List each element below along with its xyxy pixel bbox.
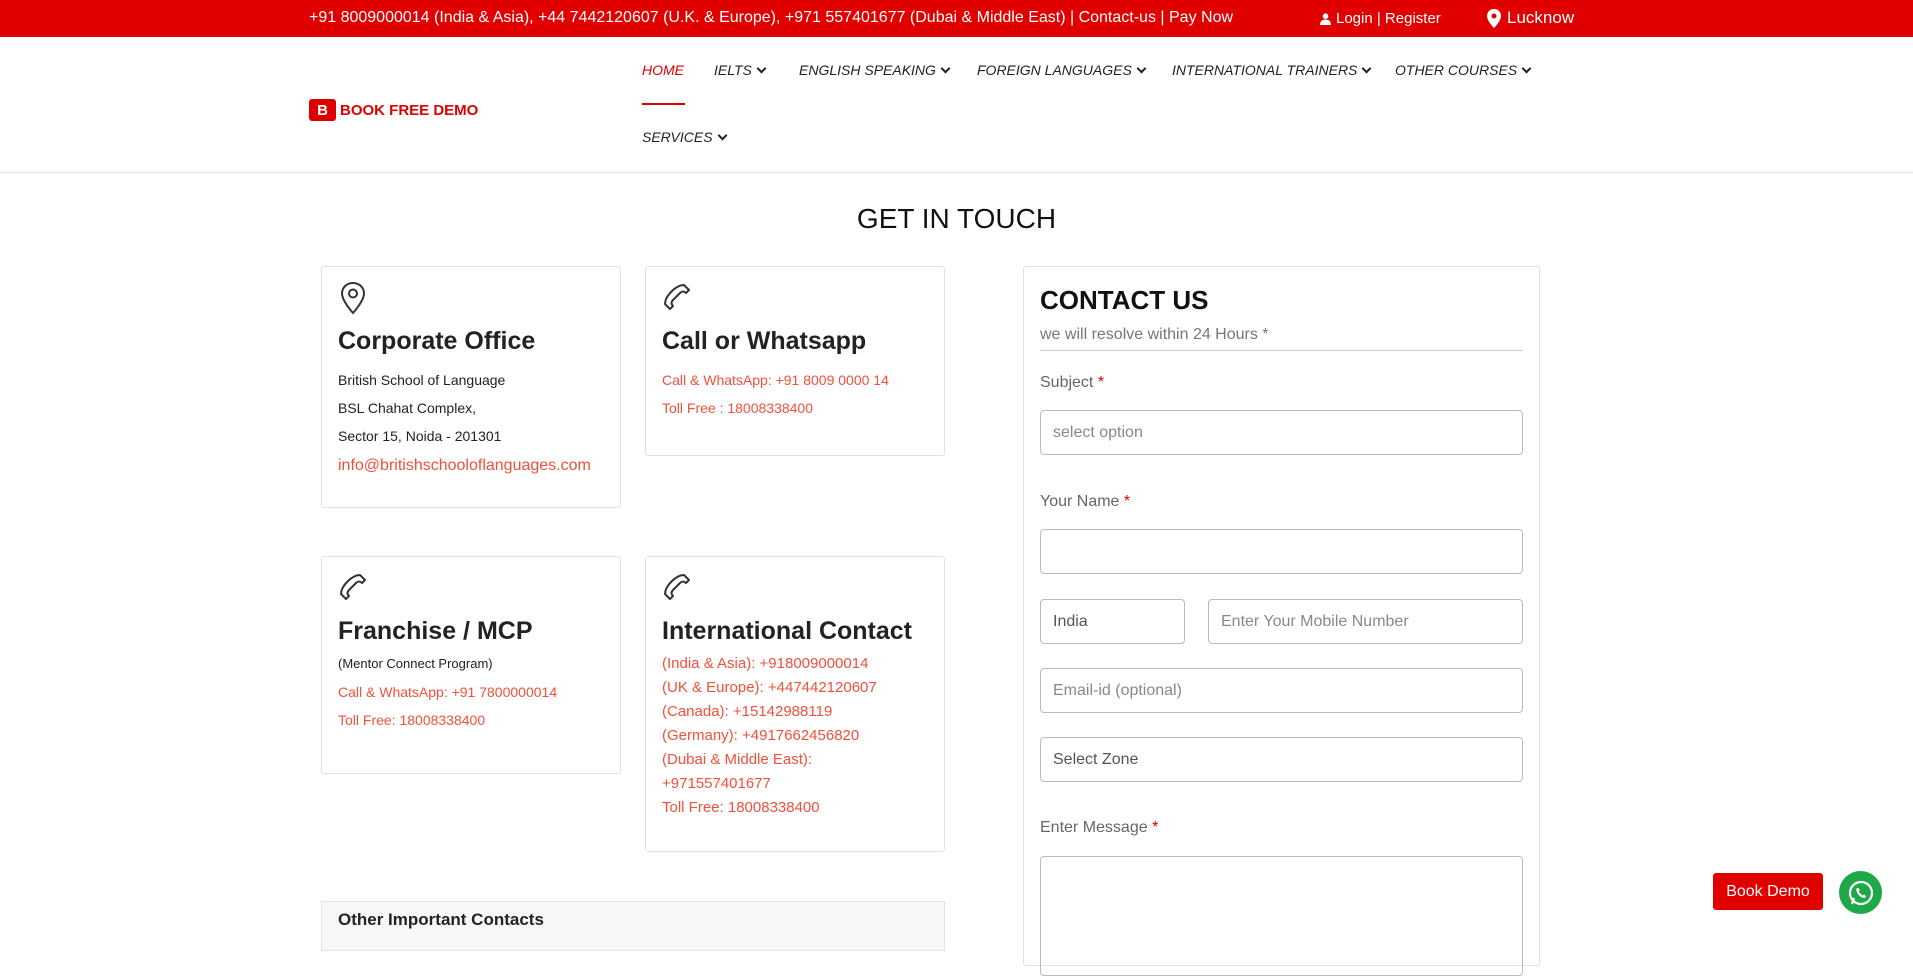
site-header: B BOOK FREE DEMO HOME IELTS ENGLISH SPEA…: [0, 37, 1913, 173]
login-register-link[interactable]: Login | Register: [1320, 10, 1441, 27]
location-pin-icon: [1487, 8, 1501, 28]
city-label: Lucknow: [1507, 8, 1575, 27]
international-contact-title: International Contact: [662, 617, 913, 645]
franchise-toll-free[interactable]: Toll Free: 18008338400: [338, 706, 604, 734]
nav-international-trainers[interactable]: INTERNATIONAL TRAINERS: [1172, 62, 1372, 78]
nav-foreign-languages[interactable]: FOREIGN LANGUAGES: [977, 62, 1147, 78]
nav-trainers-label: INTERNATIONAL TRAINERS: [1172, 62, 1358, 78]
nav-other-label: OTHER COURSES: [1395, 62, 1518, 78]
franchise-subtitle: (Mentor Connect Program): [338, 656, 493, 671]
contact-us-title: CONTACT US: [1040, 285, 1209, 315]
mobile-input[interactable]: Enter Your Mobile Number: [1208, 599, 1523, 644]
message-textarea[interactable]: [1040, 856, 1523, 976]
required-mark: *: [1152, 819, 1159, 836]
subject-select-value: select option: [1053, 423, 1143, 441]
phone-icon: [340, 574, 366, 600]
nav-home-label: HOME: [642, 62, 684, 78]
subject-label-text: Subject: [1040, 374, 1094, 391]
intl-germany[interactable]: (Germany): +4917662456820: [662, 724, 928, 748]
call-whatsapp-number[interactable]: Call & WhatsApp: +91 8009 0000 14: [662, 366, 928, 394]
intl-dubai-label: (Dubai & Middle East):: [662, 751, 813, 768]
nav-english-label: ENGLISH SPEAKING: [799, 62, 936, 78]
franchise-whatsapp-number[interactable]: Call & WhatsApp: +91 7800000014: [338, 678, 604, 706]
city-selector[interactable]: Lucknow: [1487, 8, 1574, 28]
logo-text: BOOK FREE DEMO: [340, 101, 479, 119]
required-mark: *: [1123, 493, 1131, 510]
message-label-text: Enter Message: [1040, 819, 1148, 836]
name-input[interactable]: [1040, 529, 1523, 574]
name-label: Your Name *: [1040, 493, 1130, 511]
chevron-down-icon: [756, 63, 767, 73]
chevron-down-icon: [1521, 63, 1532, 73]
login-register-label: Login | Register: [1336, 10, 1441, 27]
international-contact-card: International Contact (India & Asia): +9…: [645, 556, 945, 852]
phone-icon: [664, 284, 690, 310]
subject-select[interactable]: select option: [1040, 410, 1523, 455]
chevron-down-icon: [717, 130, 727, 140]
nav-english-speaking[interactable]: ENGLISH SPEAKING: [799, 62, 951, 78]
country-select-value: India: [1053, 612, 1088, 630]
corporate-address-line-2: BSL Chahat Complex,: [338, 400, 476, 416]
franchise-title: Franchise / MCP: [338, 617, 533, 645]
mobile-input-placeholder: Enter Your Mobile Number: [1221, 612, 1409, 630]
nav-services-label: SERVICES: [642, 129, 713, 145]
map-pin-icon: [340, 281, 366, 315]
intl-toll-free[interactable]: Toll Free: 18008338400: [662, 796, 928, 820]
nav-ielts-label: IELTS: [714, 62, 752, 78]
email-field[interactable]: Email-id (optional): [1040, 668, 1523, 713]
call-whatsapp-card: Call or Whatsapp Call & WhatsApp: +91 80…: [645, 266, 945, 456]
intl-canada[interactable]: (Canada): +15142988119: [662, 700, 928, 724]
franchise-card: Franchise / MCP (Mentor Connect Program)…: [321, 556, 621, 774]
logo-mark: B: [309, 99, 336, 121]
nav-ielts[interactable]: IELTS: [714, 62, 767, 78]
other-important-contacts: Other Important Contacts: [321, 901, 945, 951]
call-toll-free[interactable]: Toll Free : 18008338400: [662, 394, 928, 422]
nav-services[interactable]: SERVICES: [642, 129, 727, 145]
nav-active-indicator: [642, 103, 685, 105]
chevron-down-icon: [1361, 63, 1372, 73]
chevron-down-icon: [1136, 63, 1147, 73]
nav-other-courses[interactable]: OTHER COURSES: [1395, 62, 1532, 78]
intl-uk-europe[interactable]: (UK & Europe): +447442120607: [662, 676, 928, 700]
intl-india-asia[interactable]: (India & Asia): +918009000014: [662, 652, 928, 676]
contact-form-panel: CONTACT US we will resolve within 24 Hou…: [1023, 266, 1540, 976]
corporate-address-line-1: British School of Language: [338, 372, 506, 388]
corporate-email-link[interactable]: info@britishschooloflanguages.com: [338, 452, 604, 480]
corporate-address-line-3: Sector 15, Noida - 201301: [338, 428, 502, 444]
corporate-office-card: Corporate Office British School of Langu…: [321, 266, 621, 508]
phone-icon: [664, 574, 690, 600]
call-whatsapp-title: Call or Whatsapp: [662, 327, 867, 355]
email-field-placeholder: Email-id (optional): [1053, 681, 1182, 699]
subject-label: Subject *: [1040, 374, 1104, 392]
top-bar: +91 8009000014 (India & Asia), +44 74421…: [0, 0, 1913, 37]
intl-dubai-number[interactable]: +971557401677: [662, 772, 928, 796]
chevron-down-icon: [940, 63, 951, 73]
whatsapp-button[interactable]: [1839, 871, 1882, 914]
nav-foreign-label: FOREIGN LANGUAGES: [977, 62, 1132, 78]
zone-select-value: Select Zone: [1053, 750, 1139, 768]
name-label-text: Your Name: [1040, 493, 1120, 510]
contact-us-subtitle: we will resolve within 24 Hours *: [1040, 326, 1523, 351]
corporate-office-title: Corporate Office: [338, 327, 536, 355]
page-title: GET IN TOUCH: [856, 203, 1057, 234]
book-demo-button[interactable]: Book Demo: [1713, 873, 1823, 910]
user-icon: [1320, 12, 1331, 25]
other-contacts-heading: Other Important Contacts: [338, 910, 544, 929]
logo-book-free-demo[interactable]: B BOOK FREE DEMO: [309, 99, 478, 121]
country-select[interactable]: India: [1040, 599, 1185, 644]
message-label: Enter Message *: [1040, 819, 1158, 837]
zone-select[interactable]: Select Zone: [1040, 737, 1523, 782]
whatsapp-icon: [1848, 880, 1873, 905]
top-bar-contact-numbers[interactable]: +91 8009000014 (India & Asia), +44 74421…: [309, 9, 1233, 27]
required-mark: *: [1097, 374, 1105, 391]
nav-home[interactable]: HOME: [642, 62, 684, 78]
